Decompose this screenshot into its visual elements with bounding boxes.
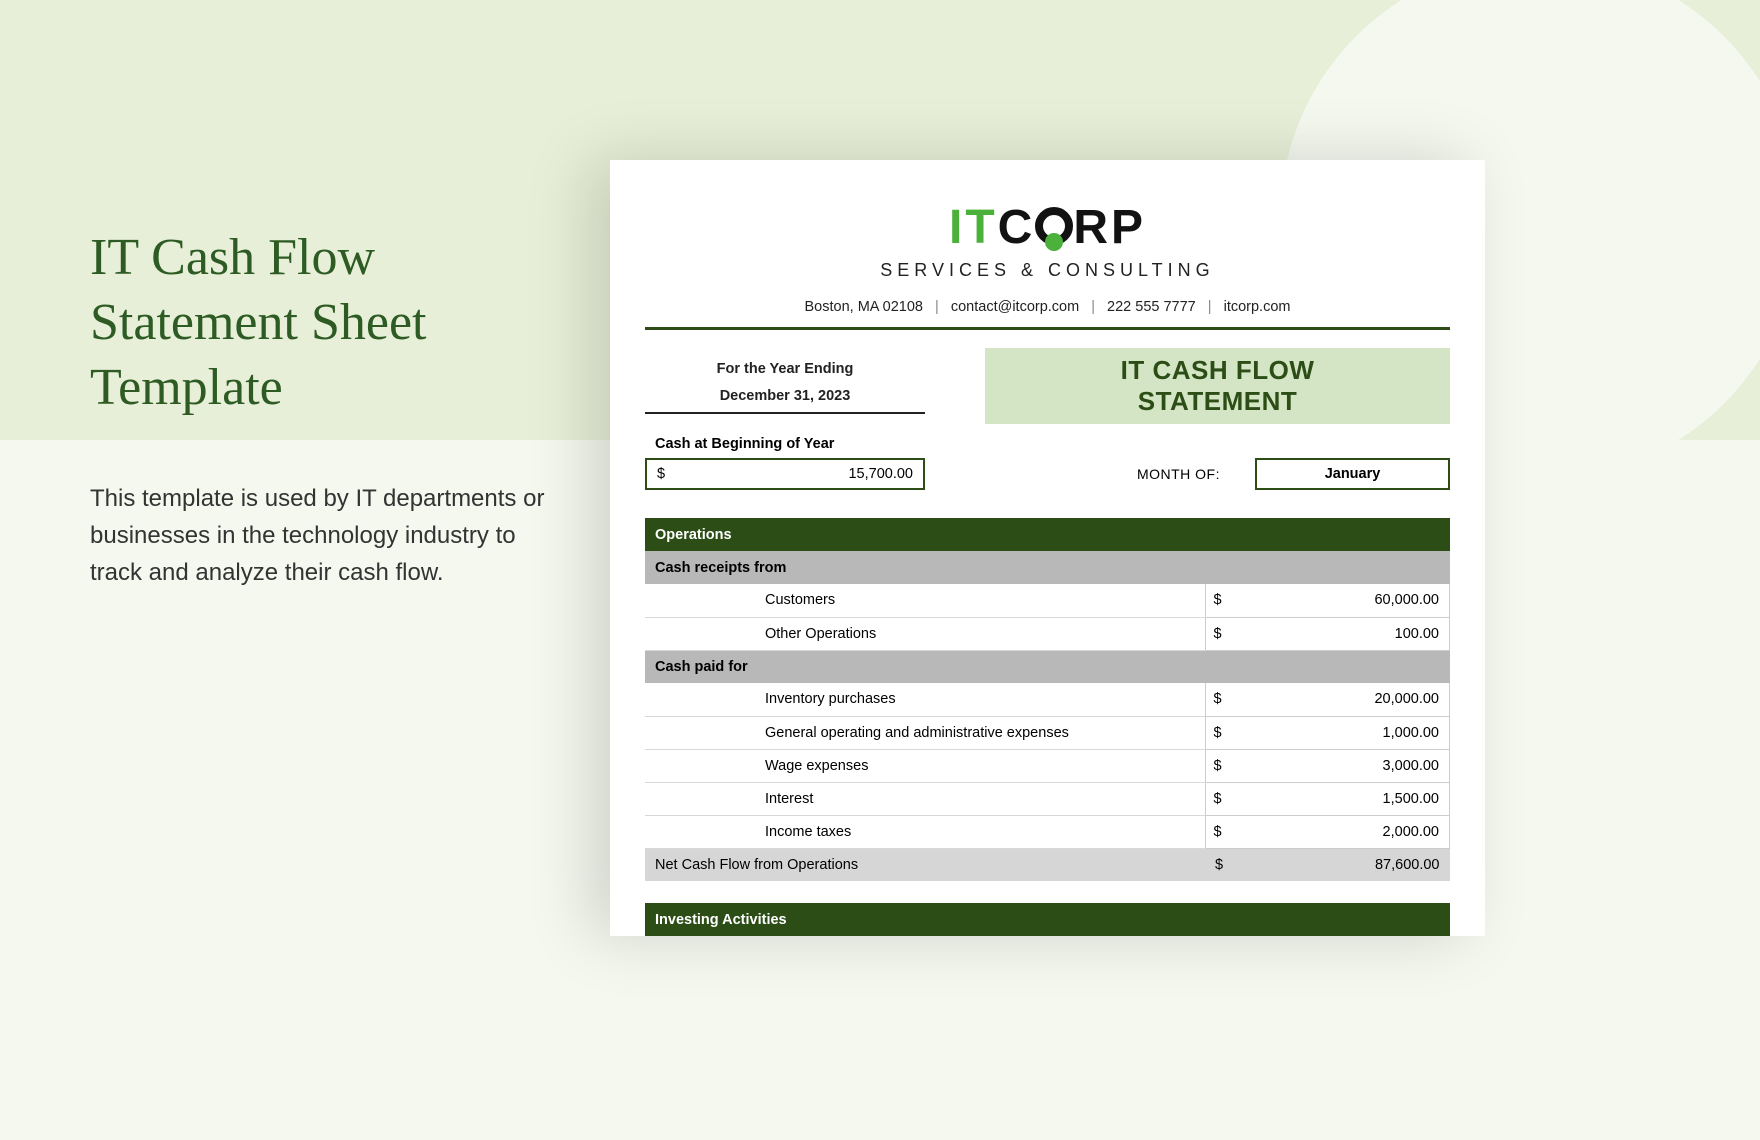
table-row: Wage expenses $ 3,000.00 [645, 749, 1450, 782]
line-item-label: Customers [645, 584, 1205, 617]
line-item-amount[interactable]: 100.00 [1245, 617, 1450, 650]
logo-rp-text: RP [1073, 201, 1146, 254]
separator-icon: | [935, 299, 939, 315]
table-row: General operating and administrative exp… [645, 716, 1450, 749]
cashflow-table: Operations Cash receipts from Customers … [645, 518, 1450, 936]
line-item-amount[interactable]: 60,000.00 [1245, 584, 1450, 617]
beginning-cash-input[interactable]: $ 15,700.00 [645, 458, 925, 490]
line-item-amount[interactable]: 20,000.00 [1245, 683, 1450, 716]
net-row: Net Cash Flow from Operations $ 87,600.0… [645, 848, 1450, 881]
contact-site: itcorp.com [1224, 299, 1291, 315]
line-item-label: Other Operations [645, 617, 1205, 650]
table-row: Other Operations $ 100.00 [645, 617, 1450, 650]
currency-symbol: $ [1205, 749, 1245, 782]
logo-dot-icon [1045, 233, 1063, 251]
statement-title-line2: STATEMENT [985, 386, 1450, 417]
contact-line: Boston, MA 02108 | contact@itcorp.com | … [645, 299, 1450, 315]
table-row: Inventory purchases $ 20,000.00 [645, 683, 1450, 716]
document-preview: ITC RP SERVICES & CONSULTING Boston, MA 0… [610, 160, 1485, 936]
statement-title-line1: IT CASH FLOW [985, 355, 1450, 386]
contact-phone: 222 555 7777 [1107, 299, 1196, 315]
line-item-amount[interactable]: 1,500.00 [1245, 782, 1450, 815]
currency-symbol: $ [1205, 683, 1245, 716]
currency-symbol: $ [1205, 815, 1245, 848]
line-item-label: Inventory purchases [645, 683, 1205, 716]
currency-symbol: $ [1205, 584, 1245, 617]
logo-letter-o-icon [1035, 207, 1073, 245]
beginning-cash-label: Cash at Beginning of Year [645, 436, 925, 458]
beginning-cash-amount: 15,700.00 [848, 466, 913, 482]
separator-icon: | [1208, 299, 1212, 315]
page-description: This template is used by IT departments … [90, 480, 570, 592]
contact-address: Boston, MA 02108 [805, 299, 924, 315]
currency-symbol: $ [1205, 848, 1245, 881]
statement-title: IT CASH FLOW STATEMENT [985, 348, 1450, 424]
month-of-label: MONTH OF: [1137, 466, 1220, 482]
currency-symbol: $ [657, 466, 665, 482]
subheader-paid: Cash paid for [645, 650, 1450, 683]
separator-icon: | [1091, 299, 1095, 315]
line-item-label: Interest [645, 782, 1205, 815]
line-item-label: Wage expenses [645, 749, 1205, 782]
logo-subtitle: SERVICES & CONSULTING [645, 260, 1450, 281]
logo-it-text: IT [949, 201, 998, 254]
line-item-amount[interactable]: 2,000.00 [1245, 815, 1450, 848]
divider [645, 327, 1450, 330]
currency-symbol: $ [1205, 617, 1245, 650]
month-input[interactable]: January [1255, 458, 1450, 490]
contact-email: contact@itcorp.com [951, 299, 1079, 315]
line-item-label: General operating and administrative exp… [645, 716, 1205, 749]
year-ending-value: December 31, 2023 [645, 385, 925, 414]
year-ending-label: For the Year Ending [645, 358, 925, 385]
logo: ITC RP SERVICES & CONSULTING [645, 200, 1450, 281]
logo-c-text: C [998, 201, 1036, 254]
net-label: Net Cash Flow from Operations [645, 848, 1205, 881]
year-ending-block: For the Year Ending December 31, 2023 [645, 348, 925, 424]
left-panel: IT Cash Flow Statement Sheet Template Th… [90, 225, 570, 592]
line-item-amount[interactable]: 1,000.00 [1245, 716, 1450, 749]
section-header-investing: Investing Activities [645, 903, 1450, 936]
line-item-amount[interactable]: 3,000.00 [1245, 749, 1450, 782]
table-row: Interest $ 1,500.00 [645, 782, 1450, 815]
table-row: Income taxes $ 2,000.00 [645, 815, 1450, 848]
line-item-label: Income taxes [645, 815, 1205, 848]
net-amount: 87,600.00 [1245, 848, 1450, 881]
currency-symbol: $ [1205, 782, 1245, 815]
subheader-receipts: Cash receipts from [645, 551, 1450, 584]
section-header-operations: Operations [645, 518, 1450, 551]
month-value: January [1325, 466, 1381, 482]
table-row: Customers $ 60,000.00 [645, 584, 1450, 617]
currency-symbol: $ [1205, 716, 1245, 749]
logo-wordmark: ITC RP [645, 200, 1450, 255]
page-title: IT Cash Flow Statement Sheet Template [90, 225, 570, 420]
